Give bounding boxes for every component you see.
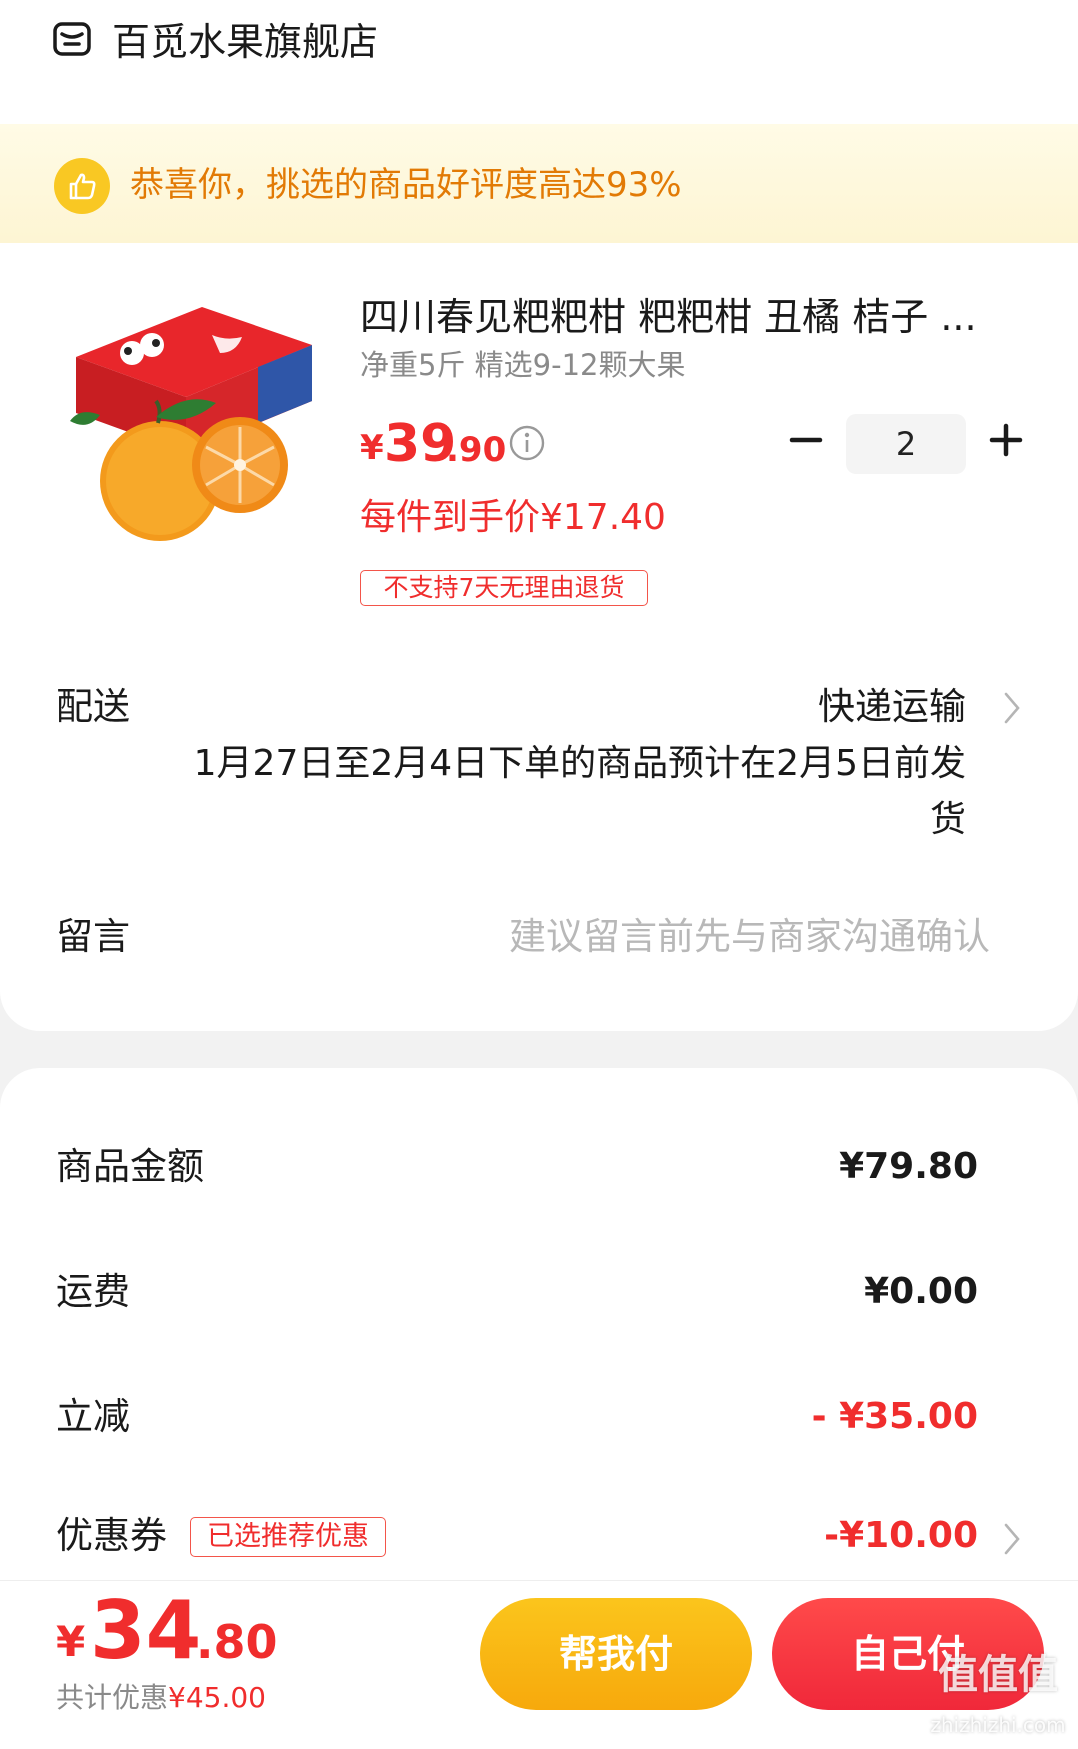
help-me-pay-button[interactable]: 帮我付 [480,1598,752,1710]
coupon-value[interactable]: -¥10.00 [824,1509,978,1563]
return-policy-tag: 不支持7天无理由退货 [360,570,648,606]
store-name[interactable]: 百觅水果旗舰店 [112,14,378,70]
rating-banner-text: 恭喜你，挑选的商品好评度高达93% [130,165,682,205]
chevron-right-icon[interactable] [1002,690,1022,726]
goods-amount-label: 商品金额 [56,1145,204,1188]
instant-discount-value: - ¥35.00 [811,1396,978,1437]
total-integer: 34 [90,1584,202,1677]
message-input[interactable]: 建议留言前先与商家沟通确认 [509,910,990,964]
instant-discount-label: 立减 [56,1395,130,1438]
total-savings: 共计优惠¥45.00 [56,1678,266,1718]
total-savings-label: 共计优惠 [56,1681,169,1714]
shipping-label: 配送 [56,685,130,728]
info-icon[interactable] [508,424,546,462]
coupon-recommend-tag: 已选推荐优惠 [190,1517,386,1557]
goods-amount-value: ¥79.80 [839,1146,978,1187]
chevron-right-icon[interactable] [1002,1521,1022,1557]
total-currency: ¥ [56,1617,86,1666]
price-symbol: ¥ [360,428,384,468]
store-icon [53,22,91,56]
price-decimal: .90 [446,430,507,470]
quantity-decrease-button[interactable] [784,418,828,462]
freight-label: 运费 [56,1270,130,1313]
product-spec: 净重5斤 精选9-12颗大果 [360,348,686,382]
product-image[interactable] [62,305,322,560]
total-decimal: .80 [196,1615,278,1669]
thumbs-up-icon [54,158,110,214]
product-title[interactable]: 四川春见粑粑柑 粑粑柑 丑橘 桔子 ... [360,290,1000,344]
coupon-label: 优惠券 [56,1514,167,1557]
quantity-increase-button[interactable] [984,418,1028,462]
message-label: 留言 [56,915,130,958]
quantity-field[interactable]: 2 [846,414,966,474]
watermark-url: zhizhizhi.com [930,1713,1066,1737]
shipping-method[interactable]: 快递运输 [818,680,966,734]
freight-value: ¥0.00 [864,1271,978,1312]
per-item-price: 每件到手价¥17.40 [360,497,666,538]
total-savings-value: ¥45.00 [168,1681,266,1714]
shipping-note: 1月27日至2月4日下单的商品预计在2月5日前发货 [193,743,966,840]
